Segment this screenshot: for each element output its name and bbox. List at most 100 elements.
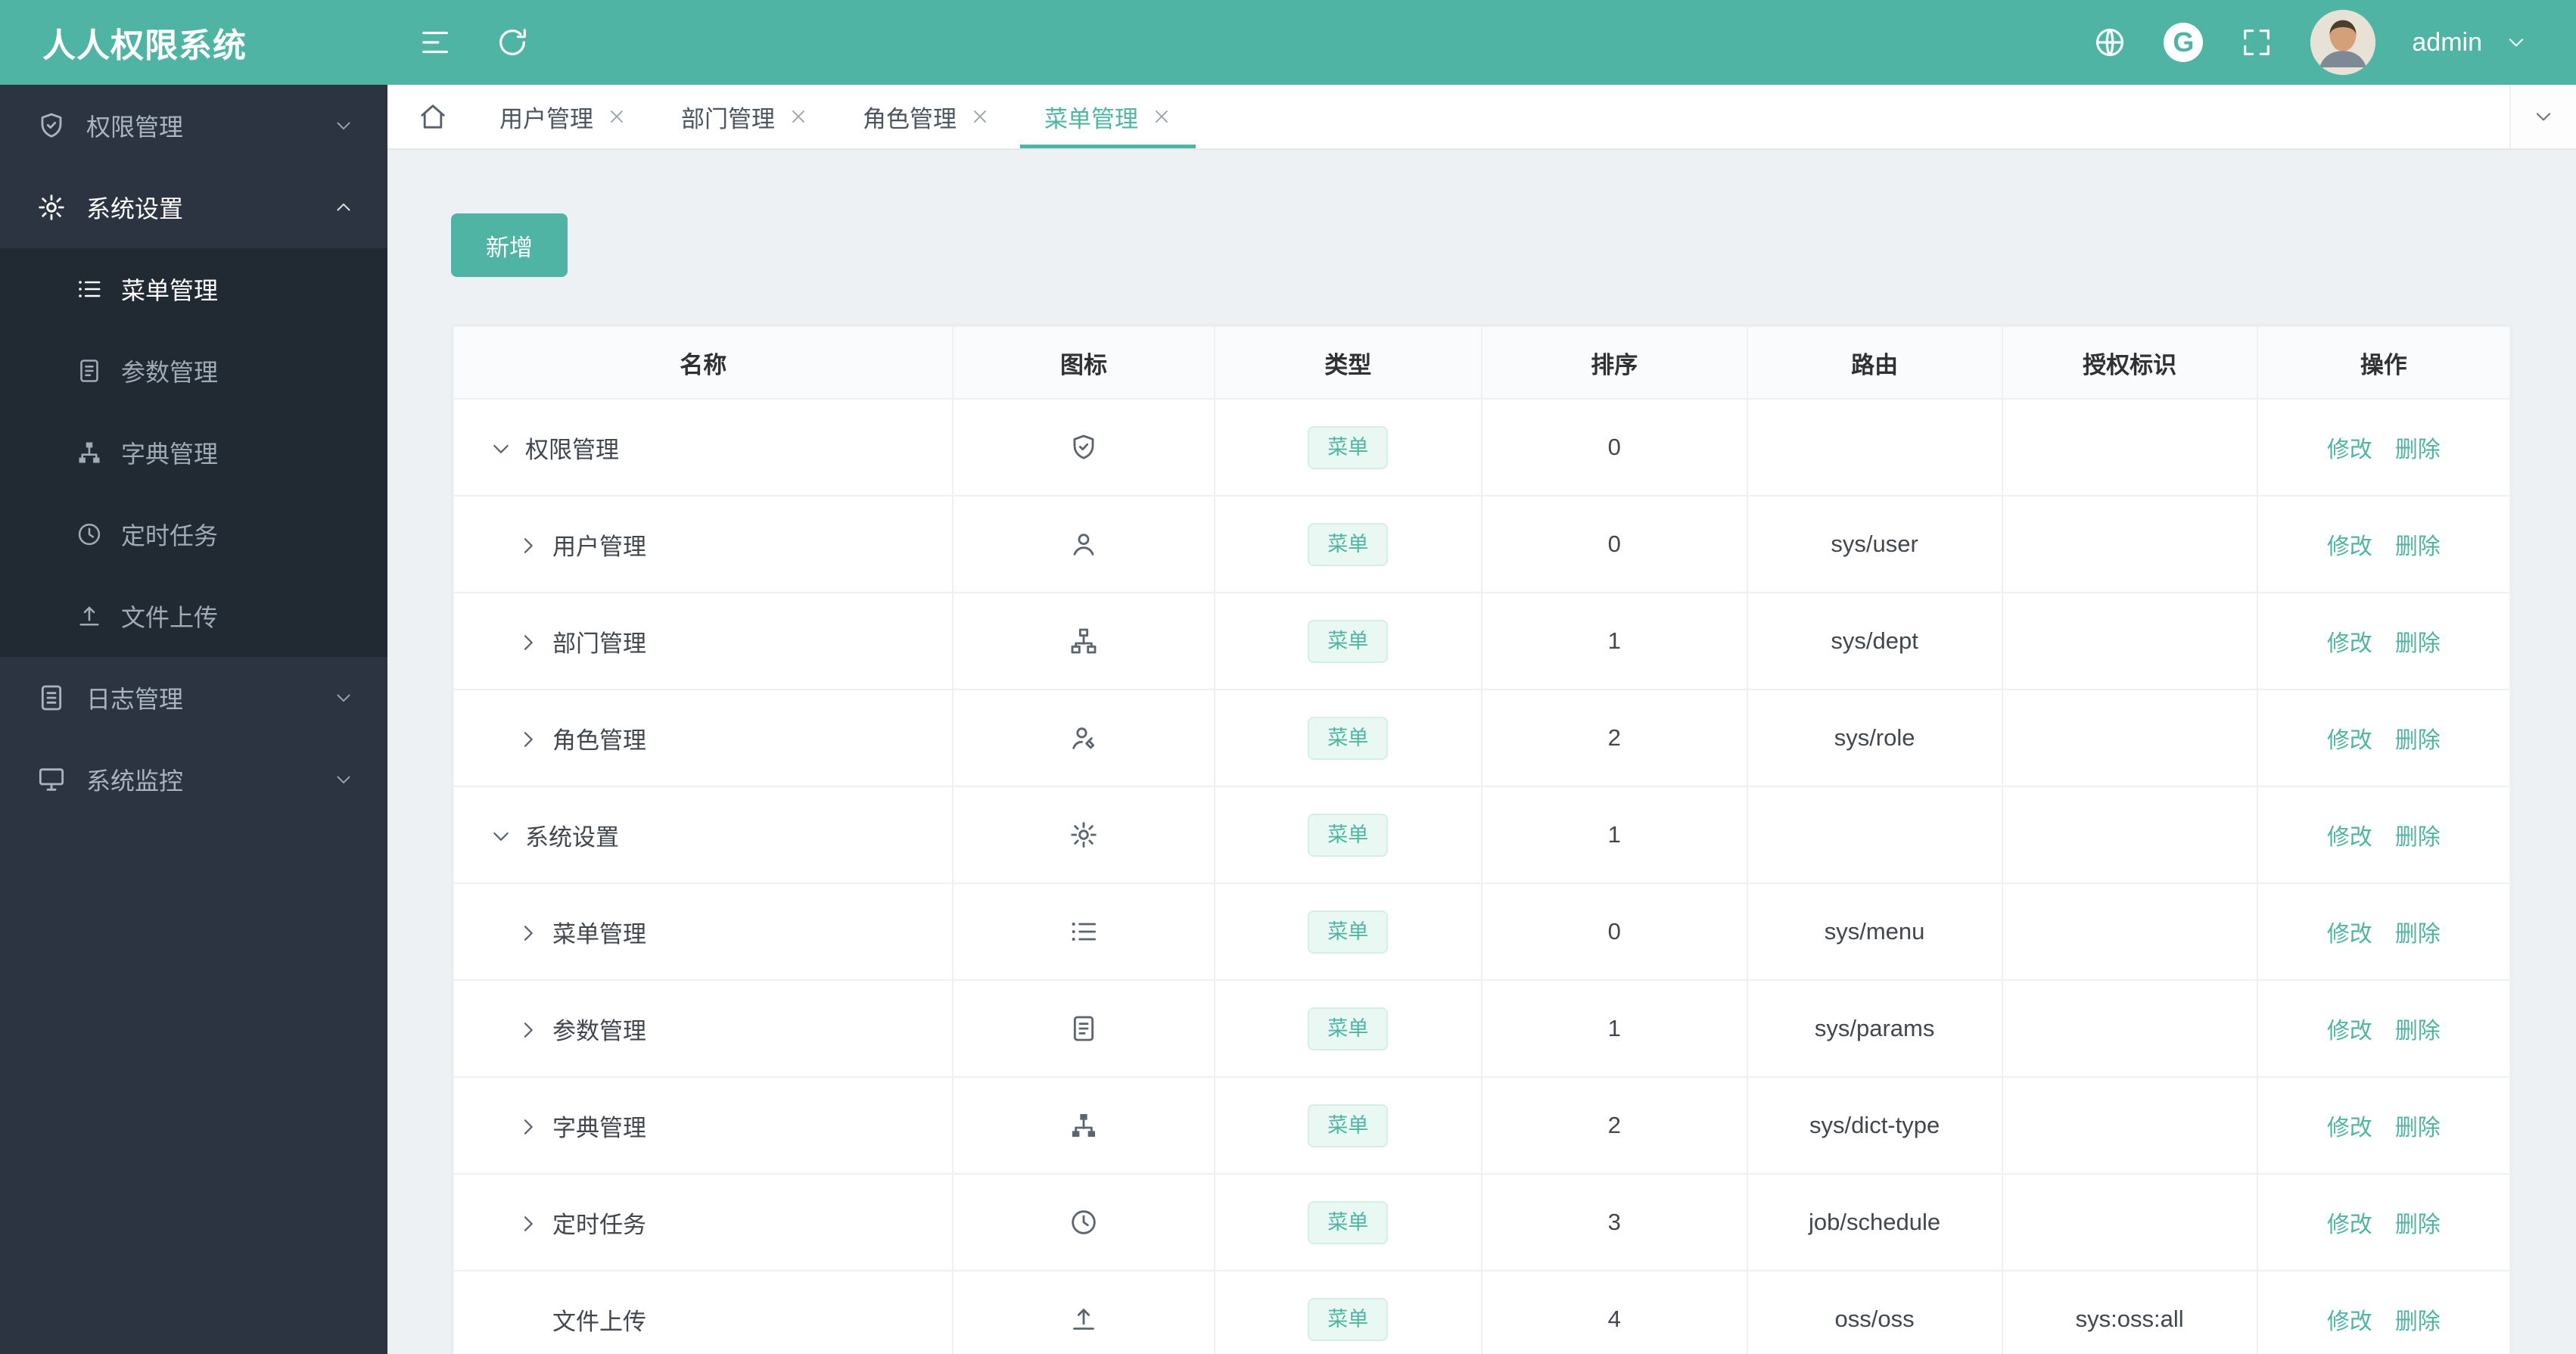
edit-link[interactable]: 修改 bbox=[2327, 1116, 2372, 1141]
row-expand-icon[interactable] bbox=[489, 437, 513, 461]
edit-link[interactable]: 修改 bbox=[2327, 1019, 2372, 1044]
table-row: 部门管理 菜单 1 sys/dept 修改 删除 bbox=[452, 592, 2512, 690]
delete-link[interactable]: 删除 bbox=[2395, 631, 2441, 656]
sidebar-item[interactable]: 日志管理 bbox=[0, 657, 387, 739]
app-logo: 人人权限系统 bbox=[42, 27, 247, 64]
close-icon[interactable] bbox=[607, 107, 627, 126]
edit-link[interactable]: 修改 bbox=[2327, 534, 2372, 559]
row-expand-icon[interactable] bbox=[516, 1309, 540, 1333]
delete-link[interactable]: 删除 bbox=[2395, 825, 2441, 850]
delete-link[interactable]: 删除 bbox=[2395, 1116, 2441, 1141]
sidebar-subitem[interactable]: 参数管理 bbox=[0, 330, 387, 412]
type-badge: 菜单 bbox=[1308, 716, 1389, 760]
add-button[interactable]: 新增 bbox=[451, 213, 568, 277]
sidebar-subitem-label: 参数管理 bbox=[121, 359, 219, 386]
close-icon[interactable] bbox=[970, 107, 990, 126]
sidebar-item[interactable]: 系统监控 bbox=[0, 739, 387, 820]
row-icon bbox=[1069, 1304, 1099, 1334]
delete-link[interactable]: 删除 bbox=[2395, 922, 2441, 947]
row-expand-icon[interactable] bbox=[516, 921, 540, 945]
row-name: 权限管理 bbox=[525, 436, 619, 463]
sidebar-subitem[interactable]: 字典管理 bbox=[0, 412, 387, 493]
sidebar: 权限管理 系统设置 菜单管理 参数管理 字典管理 定时任务 文件上传 日志管理 … bbox=[0, 85, 387, 1354]
row-route: sys/params bbox=[1746, 979, 2003, 1078]
edit-link[interactable]: 修改 bbox=[2327, 631, 2372, 656]
table-row: 系统设置 菜单 1 修改 删除 bbox=[452, 786, 2512, 884]
row-route: sys/dict-type bbox=[1746, 1076, 2003, 1175]
row-name: 菜单管理 bbox=[552, 920, 646, 948]
edit-link[interactable]: 修改 bbox=[2327, 1212, 2372, 1237]
edit-link[interactable]: 修改 bbox=[2327, 922, 2372, 947]
topbar-right-icons: G admin bbox=[2092, 10, 2576, 75]
row-expand-icon[interactable] bbox=[516, 630, 540, 655]
row-expand-icon[interactable] bbox=[516, 1018, 540, 1042]
sidebar-item[interactable]: 系统设置 bbox=[0, 167, 387, 248]
row-route bbox=[1746, 786, 2003, 884]
globe-icon[interactable] bbox=[2092, 25, 2127, 60]
chevron-down-icon[interactable] bbox=[2505, 31, 2528, 54]
type-badge: 菜单 bbox=[1308, 425, 1389, 469]
tab-home[interactable] bbox=[387, 85, 472, 148]
type-badge: 菜单 bbox=[1308, 1007, 1389, 1051]
tab-label: 部门管理 bbox=[681, 105, 775, 132]
row-icon bbox=[1069, 432, 1099, 462]
main-area: 用户管理 部门管理 角色管理 菜单管理 新增 名称 图标 类型 排序 路由 授权… bbox=[387, 85, 2576, 1354]
sidebar-item-label: 权限管理 bbox=[86, 114, 184, 141]
tab[interactable]: 菜单管理 bbox=[1017, 85, 1199, 148]
username[interactable]: admin bbox=[2412, 28, 2482, 58]
close-icon[interactable] bbox=[1152, 107, 1171, 126]
row-icon bbox=[1069, 917, 1099, 947]
sidebar-collapse-icon[interactable] bbox=[418, 25, 453, 60]
row-perms: sys:oss:all bbox=[2001, 1270, 2258, 1354]
tab-label: 菜单管理 bbox=[1044, 105, 1138, 132]
delete-link[interactable]: 删除 bbox=[2395, 728, 2441, 753]
type-badge: 菜单 bbox=[1308, 813, 1389, 857]
delete-link[interactable]: 删除 bbox=[2395, 437, 2441, 462]
row-icon bbox=[1069, 1013, 1099, 1044]
content: 新增 名称 图标 类型 排序 路由 授权标识 操作 权限管理 菜单 0 修改 删… bbox=[387, 150, 2576, 1354]
row-name: 系统设置 bbox=[525, 823, 619, 851]
row-expand-icon[interactable] bbox=[516, 727, 540, 752]
refresh-icon[interactable] bbox=[495, 25, 530, 60]
col-header-type: 类型 bbox=[1213, 325, 1482, 400]
row-icon bbox=[1069, 1207, 1099, 1237]
chevron-icon bbox=[333, 115, 354, 136]
row-expand-icon[interactable] bbox=[516, 1115, 540, 1139]
edit-link[interactable]: 修改 bbox=[2327, 437, 2372, 462]
delete-link[interactable]: 删除 bbox=[2395, 534, 2441, 559]
row-route: sys/user bbox=[1746, 495, 2003, 593]
close-icon[interactable] bbox=[789, 107, 808, 126]
sidebar-item[interactable]: 权限管理 bbox=[0, 85, 387, 167]
sidebar-subitem[interactable]: 文件上传 bbox=[0, 575, 387, 657]
row-perms bbox=[2001, 786, 2258, 884]
avatar[interactable] bbox=[2310, 10, 2376, 75]
row-perms bbox=[2001, 495, 2258, 593]
type-badge: 菜单 bbox=[1308, 522, 1389, 566]
row-expand-icon[interactable] bbox=[516, 1212, 540, 1236]
tab-label: 用户管理 bbox=[499, 105, 593, 132]
tabs-menu-button[interactable] bbox=[2509, 85, 2576, 148]
edit-link[interactable]: 修改 bbox=[2327, 825, 2372, 850]
tab[interactable]: 角色管理 bbox=[835, 85, 1017, 148]
row-expand-icon[interactable] bbox=[516, 534, 540, 558]
delete-link[interactable]: 删除 bbox=[2395, 1212, 2441, 1237]
delete-link[interactable]: 删除 bbox=[2395, 1309, 2441, 1334]
home-icon bbox=[418, 101, 448, 132]
row-name: 部门管理 bbox=[552, 630, 646, 657]
row-icon bbox=[1069, 820, 1099, 850]
tab[interactable]: 部门管理 bbox=[654, 85, 835, 148]
row-order: 3 bbox=[1480, 1173, 1748, 1272]
sidebar-subitem[interactable]: 菜单管理 bbox=[0, 248, 387, 330]
fullscreen-icon[interactable] bbox=[2239, 25, 2274, 60]
row-expand-icon[interactable] bbox=[489, 824, 513, 848]
tab[interactable]: 用户管理 bbox=[472, 85, 654, 148]
edit-link[interactable]: 修改 bbox=[2327, 1309, 2372, 1334]
edit-link[interactable]: 修改 bbox=[2327, 728, 2372, 753]
row-order: 4 bbox=[1480, 1270, 1748, 1354]
col-header-route: 路由 bbox=[1746, 325, 2003, 400]
sidebar-subitem[interactable]: 定时任务 bbox=[0, 493, 387, 575]
gitee-icon[interactable]: G bbox=[2164, 23, 2204, 62]
sidebar-item-label: 系统监控 bbox=[86, 767, 184, 795]
col-header-icon: 图标 bbox=[952, 325, 1215, 400]
delete-link[interactable]: 删除 bbox=[2395, 1019, 2441, 1044]
